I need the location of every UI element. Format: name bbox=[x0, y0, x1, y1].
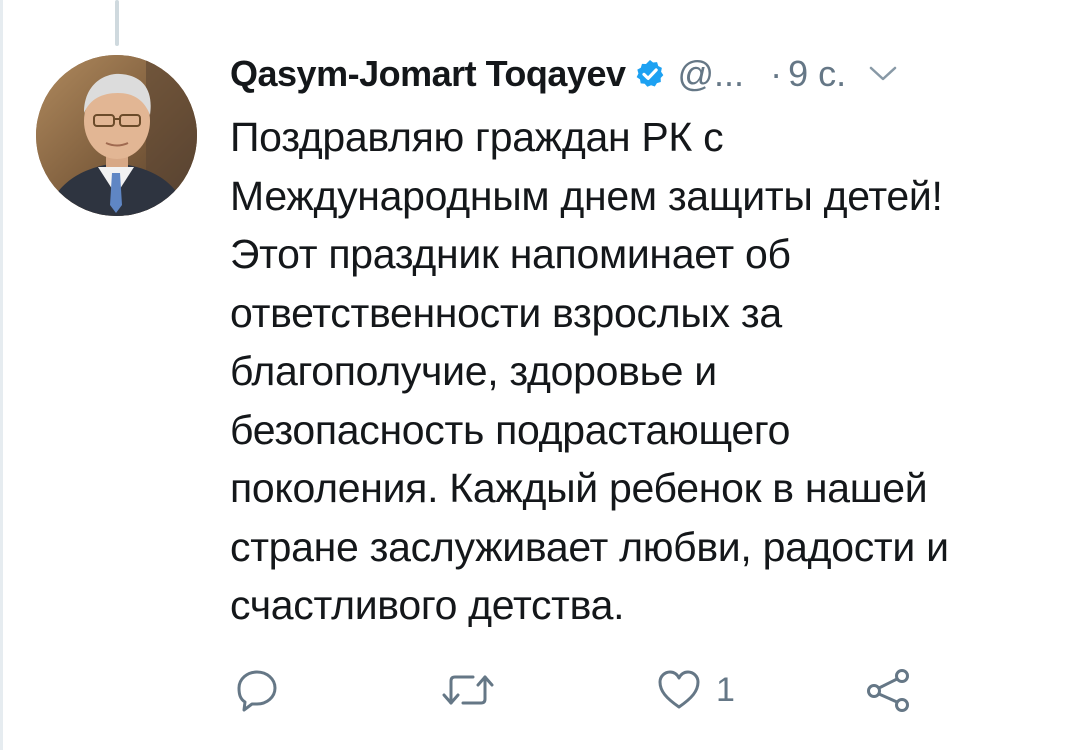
verified-badge-icon bbox=[634, 58, 666, 90]
share-button[interactable] bbox=[864, 660, 912, 720]
tweet-text: Поздравляю граждан РК с Международным дн… bbox=[230, 108, 1065, 635]
share-icon bbox=[867, 669, 909, 712]
tweet-text-line: стране заслуживает любви, радости и bbox=[230, 523, 949, 570]
like-count: 1 bbox=[716, 670, 735, 709]
profile-photo-icon bbox=[36, 55, 197, 216]
timestamp[interactable]: 9 с. bbox=[788, 53, 846, 95]
separator-dot: · bbox=[770, 53, 783, 94]
tweet-text-line: Поздравляю граждан РК с bbox=[230, 114, 724, 160]
thread-connector-line bbox=[115, 0, 119, 46]
retweet-button[interactable] bbox=[440, 660, 496, 720]
left-border bbox=[0, 0, 3, 750]
reply-button[interactable] bbox=[234, 660, 280, 720]
author-display-name[interactable]: Qasym-Jomart Toqayev bbox=[230, 53, 626, 95]
tweet-text-line: благополучие, здоровье и bbox=[230, 348, 717, 394]
tweet-text-line: ответственности взрослых за bbox=[230, 289, 782, 336]
tweet-text-line: счастливого детства. bbox=[230, 582, 625, 628]
chevron-down-icon[interactable] bbox=[868, 64, 898, 84]
avatar[interactable] bbox=[36, 55, 197, 216]
reply-icon bbox=[237, 670, 277, 712]
author-handle[interactable]: @... bbox=[678, 53, 745, 95]
tweet-text-line: безопасность подрастающего bbox=[230, 406, 791, 453]
tweet-header: Qasym-Jomart Toqayev @... · 9 с. bbox=[230, 48, 898, 100]
tweet-actions-bar: 1 bbox=[0, 660, 1080, 720]
tweet-text-line: Этот праздник напоминает об bbox=[230, 231, 791, 277]
like-button[interactable]: 1 bbox=[656, 660, 735, 720]
retweet-icon bbox=[442, 675, 494, 705]
tweet-text-line: поколения. Каждый ребенок в нашей bbox=[230, 465, 928, 511]
heart-icon bbox=[658, 670, 700, 709]
tweet-text-line: Международным днем защиты детей! bbox=[230, 172, 943, 219]
